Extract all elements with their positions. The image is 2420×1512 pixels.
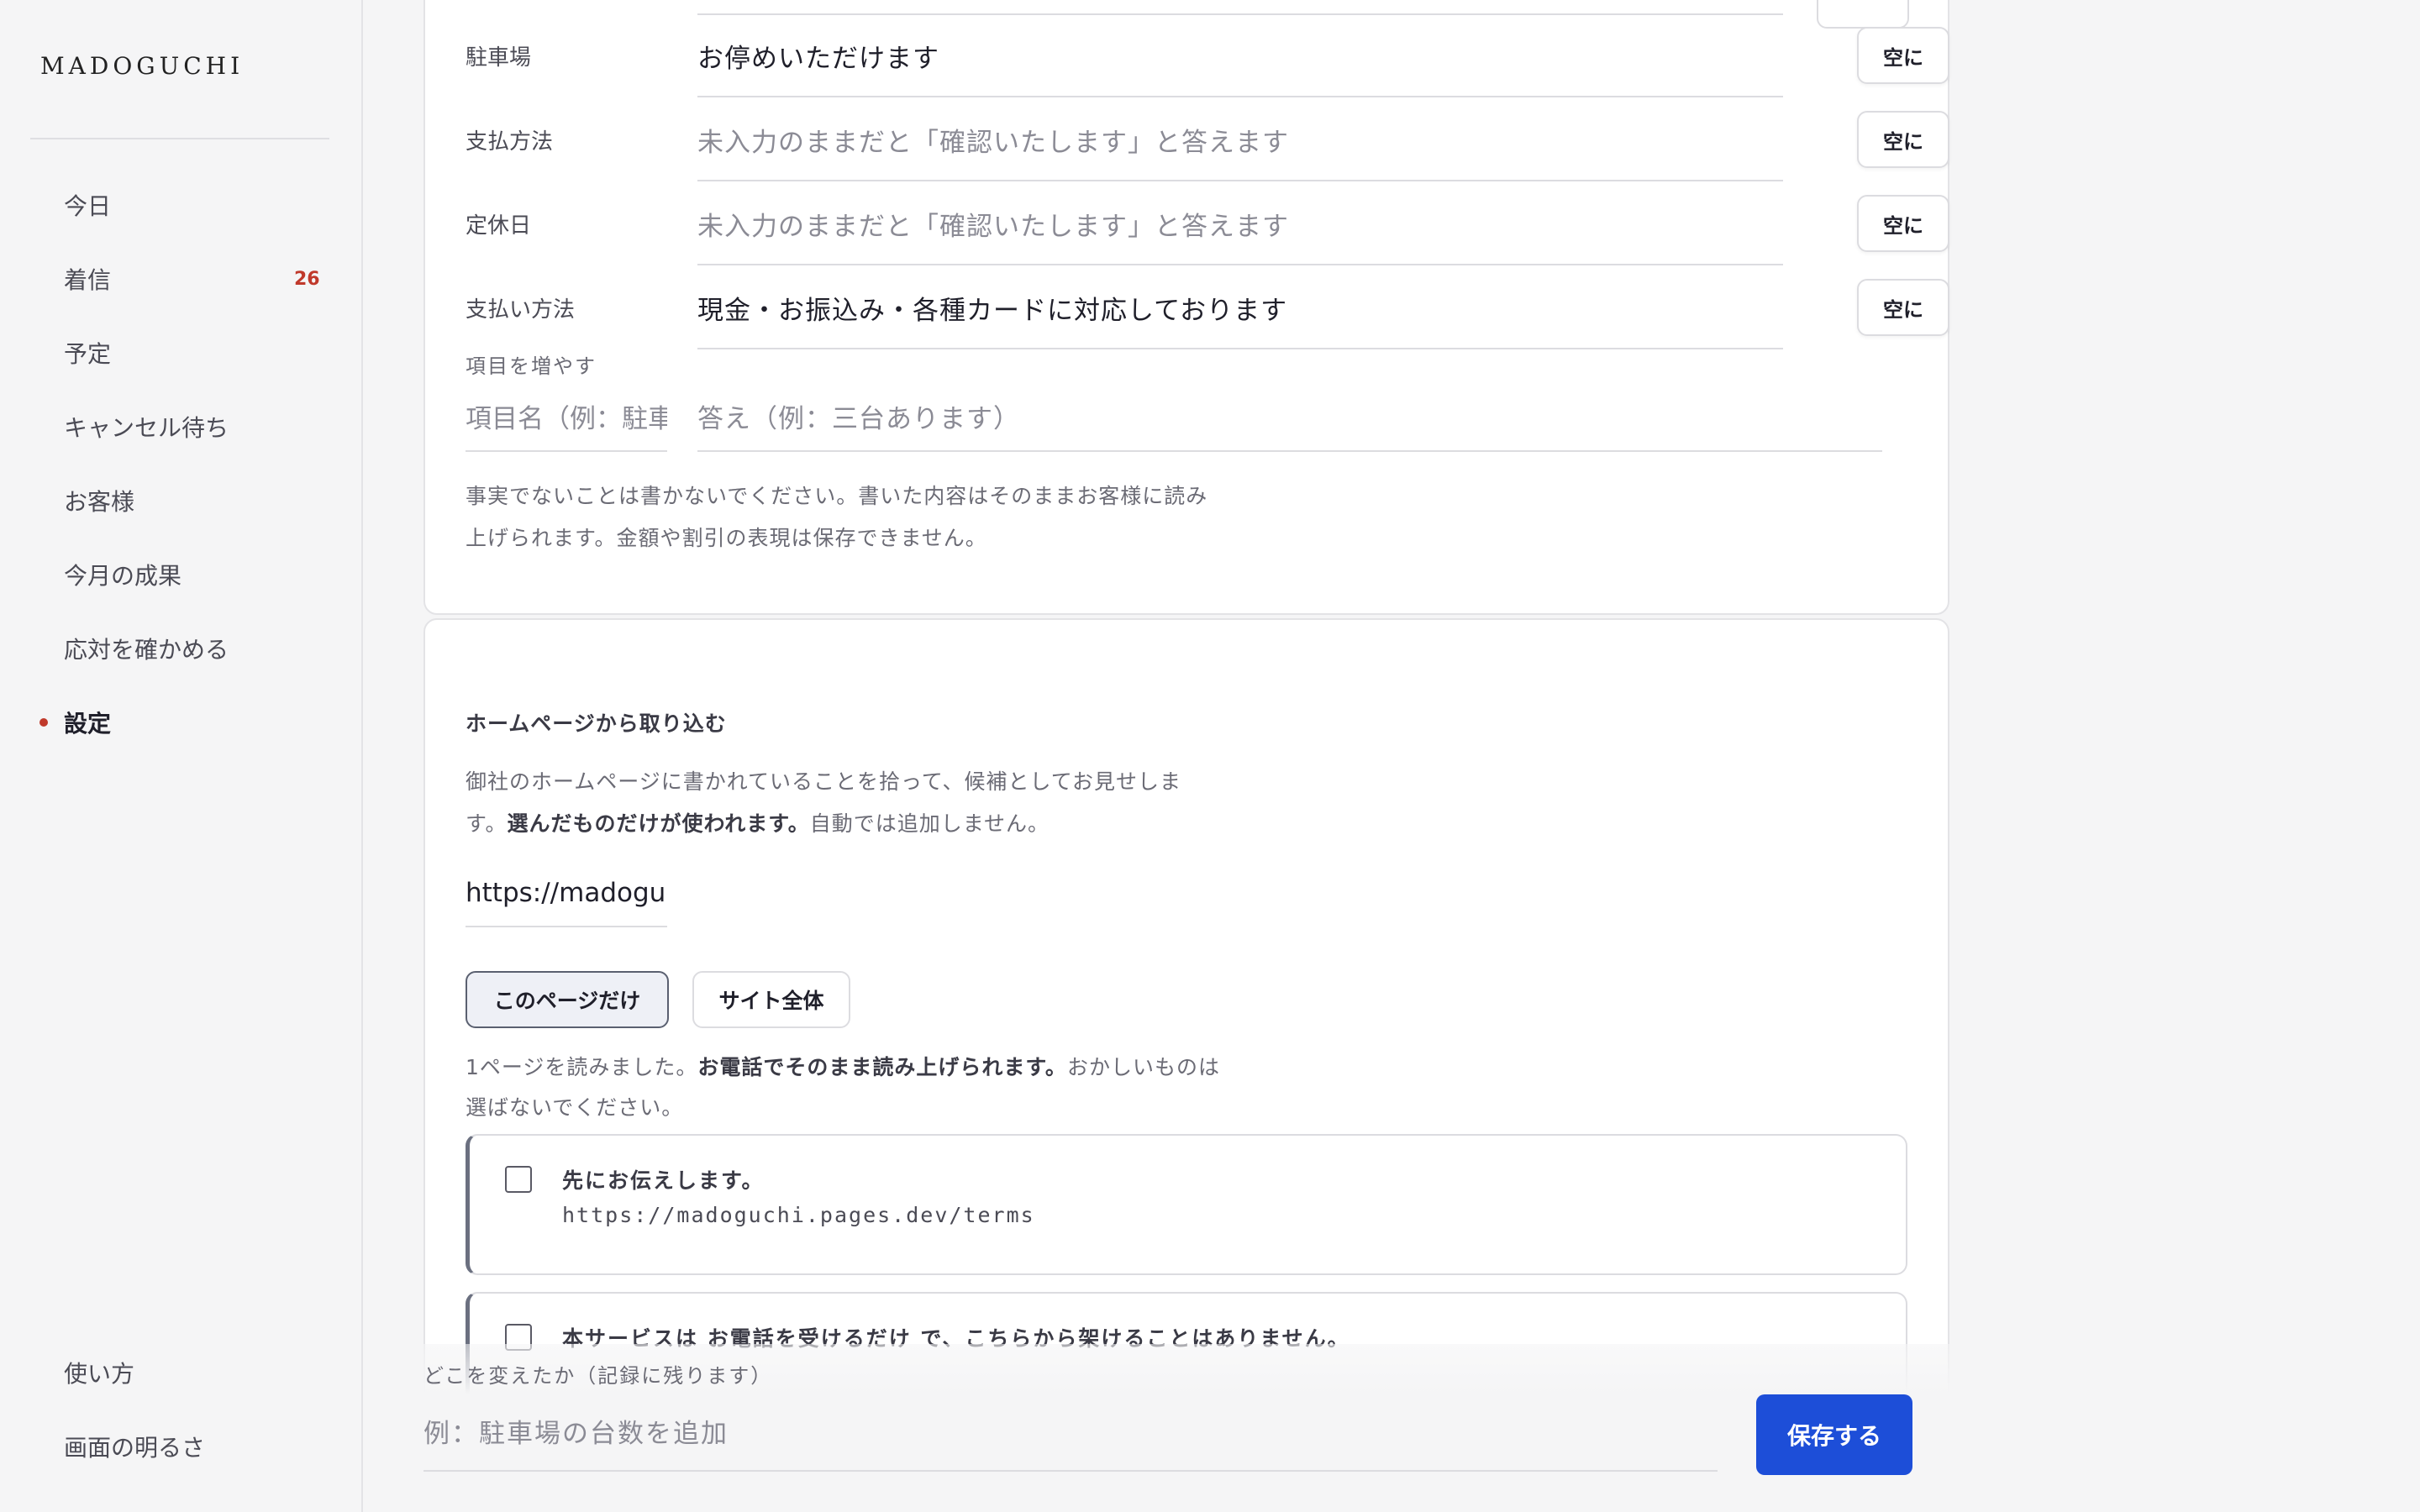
faq-note-line: 上げられます。金額や割引の表現は保存できません。 [466, 526, 987, 550]
clear-button[interactable]: 空に [1857, 111, 1949, 168]
sidebar-item-help[interactable]: 使い方 [0, 1336, 363, 1410]
save-button[interactable]: 保存する [1756, 1394, 1912, 1475]
sidebar-item-label: キャンセル待ち [64, 414, 229, 442]
candidate-item[interactable]: 先にお伝えします。 https://madoguchi.pages.dev/te… [466, 1134, 1907, 1275]
faq-row: 駐車場 お停めいただけます 空に [466, 15, 1949, 99]
sidebar-item-label: 予定 [64, 340, 112, 368]
sidebar-item-label: 画面の明るさ [64, 1434, 206, 1462]
sidebar-divider [30, 138, 329, 139]
faq-note-line: 事実でないことは書かないでください。書いた内容はそのままお客様に読み [466, 484, 1208, 508]
calls-count-badge: 26 [294, 268, 320, 290]
homepage-url-input[interactable]: https://madoguchi.pages.dev [466, 860, 667, 927]
clear-button[interactable]: 空に [1857, 195, 1949, 252]
faq-row: 支払方法 未入力のままだと「確認いたします」と答えます 空に [466, 99, 1949, 183]
faq-answer-input[interactable]: 未入力のままだと「確認いたします」と答えます [697, 99, 1783, 181]
sidebar-item-label: 着信 [64, 266, 112, 294]
sidebar-bottom-nav: 使い方 画面の明るさ [0, 1336, 363, 1483]
active-indicator-dot [39, 718, 48, 727]
sidebar-item-calls[interactable]: 着信 26 [0, 242, 363, 316]
sidebar-item-label: 今月の成果 [64, 562, 182, 590]
candidate-url: https://madoguchi.pages.dev/terms [562, 1203, 1035, 1227]
sidebar-item-results[interactable]: 今月の成果 [0, 538, 363, 612]
sidebar-item-label: お客様 [64, 488, 135, 516]
faq-row-label: 支払方法 [466, 129, 554, 155]
faq-row: 定休日 未入力のままだと「確認いたします」と答えます 空に [466, 183, 1949, 267]
import-result-line: 選ばないでください。 [466, 1095, 684, 1120]
new-item-name-input[interactable]: 項目名（例：駐車場） [466, 381, 667, 452]
sidebar-item-today[interactable]: 今日 [0, 168, 363, 242]
sidebar-nav: 今日 着信 26 予定 キャンセル待ち お客様 今月の成果 応対を確かめる 設定 [0, 168, 363, 759]
scope-this-page-button[interactable]: このページだけ [466, 971, 669, 1028]
clear-button[interactable]: 空に [1857, 279, 1949, 336]
faq-answer-input[interactable]: 未入力のままだと「確認いたします」と答えます [697, 183, 1783, 265]
faq-row: 支払い方法 現金・お振込み・各種カードに対応しております 空に [466, 267, 1949, 351]
sidebar-item-review[interactable]: 応対を確かめる [0, 612, 363, 685]
faq-row-label: 定休日 [466, 213, 532, 239]
import-result-line: 1ページを読みました。お電話でそのまま読み上げられます。おかしいものは [466, 1055, 1220, 1079]
sidebar-item-settings[interactable]: 設定 [0, 685, 363, 759]
sidebar-item-customers[interactable]: お客様 [0, 464, 363, 538]
faq-row-label: 支払い方法 [466, 297, 576, 323]
faq-answer-input[interactable]: お停めいただけます [697, 15, 1783, 97]
sidebar-item-waitlist[interactable]: キャンセル待ち [0, 390, 363, 464]
import-description-line: す。選んだものだけが使われます。自動では追加しません。 [466, 811, 1050, 836]
candidate-title: 先にお伝えします。 [562, 1168, 765, 1193]
import-description-line: 御社のホームページに書かれていることを拾って、候補としてお見せしま [466, 769, 1182, 794]
save-bar: どこを変えたか（記録に残ります） 例：駐車場の台数を追加 保存する [424, 1344, 1949, 1512]
change-note-input[interactable]: 例：駐車場の台数を追加 [424, 1391, 1718, 1472]
import-section-title: ホームページから取り込む [466, 711, 727, 736]
candidate-checkbox[interactable] [505, 1166, 532, 1193]
sidebar-item-label: 使い方 [64, 1360, 135, 1388]
add-item-label: 項目を増やす [466, 354, 597, 378]
change-note-label: どこを変えたか（記録に残ります） [424, 1364, 773, 1388]
clear-button[interactable]: 空に [1857, 27, 1949, 84]
sidebar: MADOGUCHI 今日 着信 26 予定 キャンセル待ち お客様 今月の成果 応… [0, 0, 363, 1512]
faq-card: 駐車場 お停めいただけます 空に 支払方法 未入力のままだと「確認いたします」と… [424, 0, 1949, 615]
faq-row-label: 駐車場 [466, 45, 532, 71]
sidebar-item-schedule[interactable]: 予定 [0, 316, 363, 390]
faq-answer-input[interactable]: 現金・お振込み・各種カードに対応しております [697, 267, 1783, 349]
scope-whole-site-button[interactable]: サイト全体 [692, 971, 850, 1028]
sidebar-item-brightness[interactable]: 画面の明るさ [0, 1410, 363, 1483]
sidebar-item-label: 今日 [64, 192, 112, 220]
new-item-answer-input[interactable]: 答え（例：三台あります） [697, 381, 1882, 452]
sidebar-item-label: 応対を確かめる [64, 636, 229, 664]
sidebar-item-label: 設定 [64, 710, 112, 738]
brand-logo[interactable]: MADOGUCHI [40, 52, 244, 80]
